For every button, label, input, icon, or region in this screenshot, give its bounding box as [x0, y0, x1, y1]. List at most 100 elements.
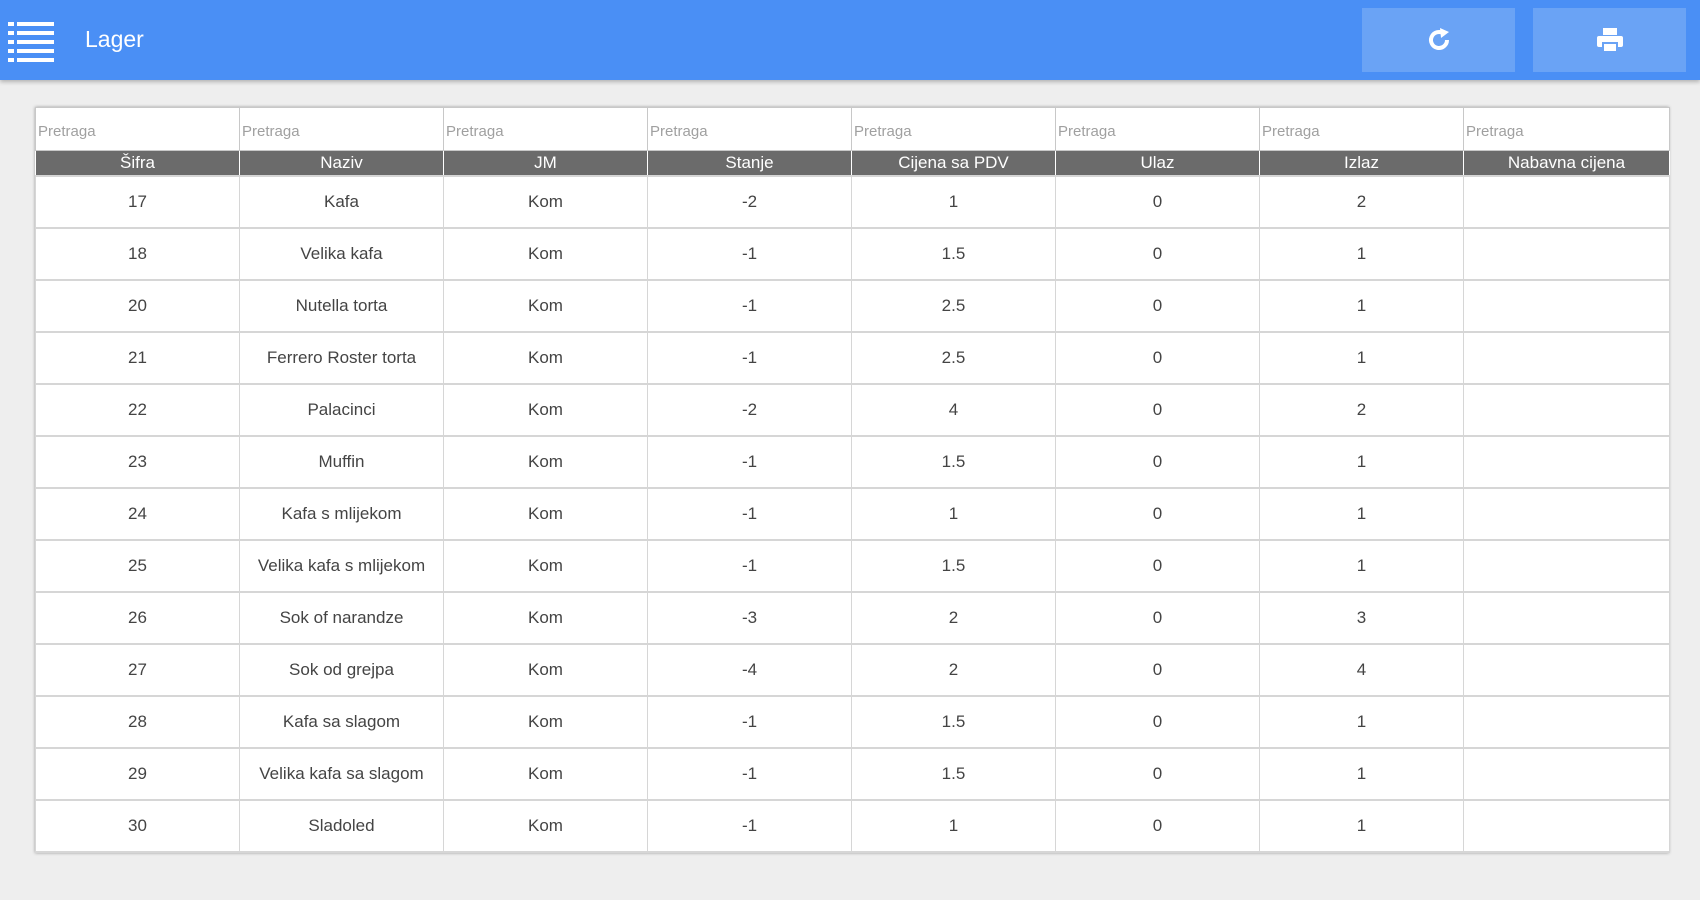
cell-jm: Kom	[443, 539, 648, 593]
cell-nabavna	[1463, 227, 1670, 281]
cell-naziv: Nutella torta	[239, 279, 444, 333]
cell-cijena: 1.5	[851, 695, 1056, 749]
search-input-sifra[interactable]	[36, 112, 239, 146]
cell-nabavna	[1463, 331, 1670, 385]
cell-nabavna	[1463, 279, 1670, 333]
cell-stanje: -1	[647, 539, 852, 593]
cell-naziv: Velika kafa	[239, 227, 444, 281]
cell-naziv: Muffin	[239, 435, 444, 489]
search-input-ulaz[interactable]	[1056, 112, 1259, 146]
search-cell-izlaz	[1259, 107, 1464, 151]
cell-sifra: 18	[35, 227, 240, 281]
cell-sifra: 30	[35, 799, 240, 853]
search-input-cijena[interactable]	[852, 112, 1055, 146]
search-input-nabavna[interactable]	[1464, 112, 1669, 146]
cell-izlaz: 2	[1259, 175, 1464, 229]
column-header-cijena[interactable]: Cijena sa PDV	[851, 150, 1056, 177]
cell-stanje: -2	[647, 383, 852, 437]
cell-cijena: 4	[851, 383, 1056, 437]
search-cell-sifra	[35, 107, 240, 151]
column-header-ulaz[interactable]: Ulaz	[1055, 150, 1260, 177]
search-input-jm[interactable]	[444, 112, 647, 146]
column-header-naziv[interactable]: Naziv	[239, 150, 444, 177]
cell-izlaz: 1	[1259, 227, 1464, 281]
column-header-jm[interactable]: JM	[443, 150, 648, 177]
cell-cijena: 2.5	[851, 279, 1056, 333]
table-row[interactable]: 26 Sok of narandze Kom -3 2 0 3	[35, 591, 1670, 645]
cell-ulaz: 0	[1055, 383, 1260, 437]
cell-naziv: Velika kafa s mlijekom	[239, 539, 444, 593]
table-row[interactable]: 28 Kafa sa slagom Kom -1 1.5 0 1	[35, 695, 1670, 749]
cell-sifra: 22	[35, 383, 240, 437]
cell-naziv: Palacinci	[239, 383, 444, 437]
cell-sifra: 20	[35, 279, 240, 333]
cell-sifra: 24	[35, 487, 240, 541]
cell-cijena: 2	[851, 591, 1056, 645]
cell-jm: Kom	[443, 383, 648, 437]
search-cell-nabavna	[1463, 107, 1670, 151]
cell-izlaz: 1	[1259, 279, 1464, 333]
cell-stanje: -1	[647, 487, 852, 541]
cell-ulaz: 0	[1055, 539, 1260, 593]
cell-jm: Kom	[443, 695, 648, 749]
inventory-table-container: ŠifraNazivJMStanjeCijena sa PDVUlazIzlaz…	[35, 107, 1670, 853]
cell-cijena: 2	[851, 643, 1056, 697]
cell-naziv: Sok od grejpa	[239, 643, 444, 697]
search-cell-stanje	[647, 107, 852, 151]
cell-sifra: 21	[35, 331, 240, 385]
column-header-izlaz[interactable]: Izlaz	[1259, 150, 1464, 177]
search-filter-row	[35, 107, 1670, 151]
cell-sifra: 26	[35, 591, 240, 645]
table-header-row: Šifra Naziv JM Stanje Cijena sa PDV Ulaz Izlaz…	[35, 150, 1670, 177]
cell-izlaz: 1	[1259, 435, 1464, 489]
cell-jm: Kom	[443, 227, 648, 281]
cell-stanje: -1	[647, 435, 852, 489]
menu-button[interactable]	[8, 20, 54, 62]
search-input-naziv[interactable]	[240, 112, 443, 146]
cell-jm: Kom	[443, 331, 648, 385]
cell-stanje: -1	[647, 695, 852, 749]
cell-jm: Kom	[443, 435, 648, 489]
printer-icon	[1596, 28, 1623, 53]
table-row[interactable]: 17 Kafa Kom -2 1 0 2	[35, 175, 1670, 229]
cell-ulaz: 0	[1055, 227, 1260, 281]
table-row[interactable]: 25 Velika kafa s mlijekom Kom -1 1.5 0 1	[35, 539, 1670, 593]
table-row[interactable]: 23 Muffin Kom -1 1.5 0 1	[35, 435, 1670, 489]
column-header-stanje[interactable]: Stanje	[647, 150, 852, 177]
refresh-icon	[1428, 28, 1449, 50]
table-row[interactable]: 20 Nutella torta Kom -1 2.5 0 1	[35, 279, 1670, 333]
cell-naziv: Ferrero Roster torta	[239, 331, 444, 385]
column-header-sifra[interactable]: Šifra	[35, 150, 240, 177]
cell-stanje: -1	[647, 799, 852, 853]
column-header-nabavna[interactable]: Nabavna cijena	[1463, 150, 1670, 177]
cell-ulaz: 0	[1055, 643, 1260, 697]
cell-cijena: 2.5	[851, 331, 1056, 385]
page-title: Lager	[85, 26, 144, 52]
cell-naziv: Kafa	[239, 175, 444, 229]
search-input-izlaz[interactable]	[1260, 112, 1463, 146]
print-button[interactable]	[1533, 8, 1686, 72]
cell-cijena: 1.5	[851, 539, 1056, 593]
cell-nabavna	[1463, 175, 1670, 229]
table-row[interactable]: 27 Sok od grejpa Kom -4 2 0 4	[35, 643, 1670, 697]
cell-ulaz: 0	[1055, 487, 1260, 541]
cell-cijena: 1.5	[851, 227, 1056, 281]
table-row[interactable]: 18 Velika kafa Kom -1 1.5 0 1	[35, 227, 1670, 281]
cell-stanje: -3	[647, 591, 852, 645]
table-row[interactable]: 21 Ferrero Roster torta Kom -1 2.5 0 1	[35, 331, 1670, 385]
cell-izlaz: 1	[1259, 799, 1464, 853]
search-cell-cijena	[851, 107, 1056, 151]
table-row[interactable]: 29 Velika kafa sa slagom Kom -1 1.5 0 1	[35, 747, 1670, 801]
cell-jm: Kom	[443, 487, 648, 541]
cell-nabavna	[1463, 747, 1670, 801]
table-row[interactable]: 24 Kafa s mlijekom Kom -1 1 0 1	[35, 487, 1670, 541]
cell-sifra: 27	[35, 643, 240, 697]
cell-sifra: 28	[35, 695, 240, 749]
search-input-stanje[interactable]	[648, 112, 851, 146]
table-row[interactable]: 30 Sladoled Kom -1 1 0 1	[35, 799, 1670, 853]
refresh-button[interactable]	[1362, 8, 1515, 72]
table-row[interactable]: 22 Palacinci Kom -2 4 0 2	[35, 383, 1670, 437]
cell-naziv: Sok of narandze	[239, 591, 444, 645]
cell-stanje: -1	[647, 331, 852, 385]
cell-sifra: 25	[35, 539, 240, 593]
